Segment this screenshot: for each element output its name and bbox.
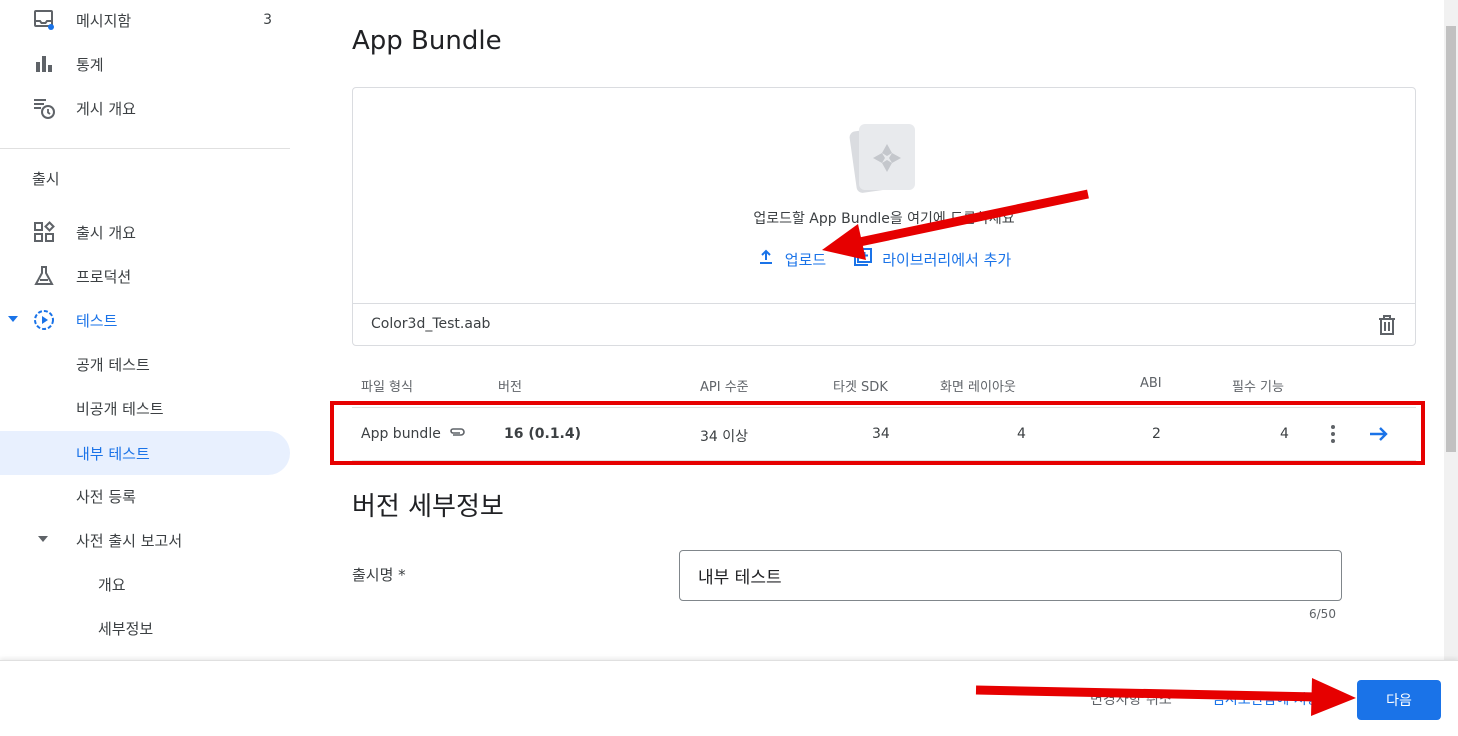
chevron-down-icon[interactable] bbox=[38, 536, 48, 542]
sidebar-item-report-details[interactable]: 세부정보 bbox=[0, 606, 290, 650]
inbox-icon bbox=[32, 8, 56, 32]
sidebar-item-label: 게시 개요 bbox=[76, 99, 136, 118]
uploaded-file-name: Color3d_Test.aab bbox=[371, 316, 491, 332]
release-name-label: 출시명 * bbox=[352, 566, 406, 584]
version-details-heading: 버전 세부정보 bbox=[352, 492, 504, 522]
sidebar-item-label: 비공개 테스트 bbox=[76, 399, 164, 418]
sidebar-item-label: 통계 bbox=[76, 55, 104, 74]
discard-changes-button[interactable]: 변경사항 취소 bbox=[1090, 689, 1172, 709]
sidebar-item-label: 사전 등록 bbox=[76, 487, 136, 506]
sidebar-item-testing[interactable]: 테스트 bbox=[0, 298, 290, 342]
sidebar-item-open-testing[interactable]: 공개 테스트 bbox=[0, 342, 290, 386]
upload-actions: 업로드 라이브러리에서 추가 bbox=[353, 248, 1415, 270]
sidebar-section-release: 출시 bbox=[32, 170, 60, 188]
scrollbar-thumb[interactable] bbox=[1446, 26, 1456, 452]
column-header: 파일 형식 bbox=[361, 380, 413, 395]
add-library-icon bbox=[854, 248, 873, 270]
page-title: App Bundle bbox=[352, 26, 502, 56]
sidebar-item-label: 메시지함 bbox=[76, 11, 132, 30]
sidebar-item-label: 세부정보 bbox=[98, 619, 154, 638]
action-footer: 변경사항 취소 임시보관함에 저장 다음 bbox=[0, 660, 1458, 736]
add-from-library-label: 라이브러리에서 추가 bbox=[882, 250, 1012, 269]
main-content: App Bundle 업로드할 App Bundle을 여기에 드롭하세요 업로… bbox=[330, 0, 1440, 660]
next-button[interactable]: 다음 bbox=[1357, 680, 1441, 720]
sidebar-item-inbox[interactable]: 메시지함 3 bbox=[0, 0, 290, 42]
sidebar-item-internal-testing[interactable]: 내부 테스트 bbox=[0, 431, 290, 475]
sidebar-item-label: 프로덕션 bbox=[76, 267, 132, 286]
scrollbar[interactable] bbox=[1444, 0, 1458, 660]
sidebar-item-publishing-overview[interactable]: 게시 개요 bbox=[0, 86, 290, 130]
drop-hint-text: 업로드할 App Bundle을 여기에 드롭하세요 bbox=[753, 211, 1015, 227]
add-from-library-button[interactable]: 라이브러리에서 추가 bbox=[854, 248, 1011, 270]
sidebar-item-label: 테스트 bbox=[76, 311, 118, 330]
column-header: ABI bbox=[1140, 376, 1162, 391]
flask-icon bbox=[32, 264, 56, 288]
bundle-drop-zone[interactable]: 업로드할 App Bundle을 여기에 드롭하세요 업로드 라이브러리에서 추… bbox=[352, 87, 1416, 346]
chevron-down-icon[interactable] bbox=[8, 316, 18, 322]
upload-icon bbox=[757, 248, 775, 270]
sidebar-item-release-overview[interactable]: 출시 개요 bbox=[0, 210, 290, 254]
sidebar-item-label: 출시 개요 bbox=[76, 223, 136, 242]
sidebar: 메시지함 3 통계 게시 개요 출시 출시 개요 프로덕션 테스트 공개 테스트… bbox=[0, 0, 296, 660]
publishing-overview-icon bbox=[32, 96, 56, 120]
release-name-input[interactable] bbox=[679, 550, 1342, 601]
sidebar-divider bbox=[0, 148, 290, 149]
column-header: 화면 레이아웃 bbox=[940, 380, 1016, 395]
sidebar-item-statistics[interactable]: 통계 bbox=[0, 42, 290, 86]
sidebar-item-label: 사전 출시 보고서 bbox=[76, 531, 183, 550]
column-header: 타겟 SDK bbox=[833, 380, 888, 395]
sidebar-item-label: 내부 테스트 bbox=[76, 444, 150, 463]
sidebar-item-label: 공개 테스트 bbox=[76, 355, 150, 374]
upload-label: 업로드 bbox=[784, 250, 827, 269]
sidebar-item-pre-launch-report[interactable]: 사전 출시 보고서 bbox=[0, 518, 290, 562]
unread-count-badge: 3 bbox=[263, 12, 272, 28]
column-header: 버전 bbox=[498, 380, 522, 395]
delete-icon[interactable] bbox=[1375, 313, 1399, 337]
bar-chart-icon bbox=[32, 52, 56, 76]
column-header: API 수준 bbox=[700, 380, 749, 395]
sidebar-item-pre-registration[interactable]: 사전 등록 bbox=[0, 474, 290, 518]
play-circle-icon bbox=[32, 308, 56, 332]
save-draft-button[interactable]: 임시보관함에 저장 bbox=[1212, 689, 1320, 709]
bundle-table-header: 파일 형식 버전 API 수준 타겟 SDK 화면 레이아웃 ABI 필수 기능 bbox=[352, 376, 1416, 398]
character-counter: 6/50 bbox=[1309, 607, 1336, 621]
app-bundle-icon bbox=[849, 120, 919, 198]
dashboard-icon bbox=[32, 220, 56, 244]
sidebar-item-closed-testing[interactable]: 비공개 테스트 bbox=[0, 386, 290, 430]
column-header: 필수 기능 bbox=[1232, 380, 1284, 395]
page: 메시지함 3 통계 게시 개요 출시 출시 개요 프로덕션 테스트 공개 테스트… bbox=[0, 0, 1458, 736]
upload-button[interactable]: 업로드 bbox=[757, 248, 826, 270]
uploaded-file-row: Color3d_Test.aab bbox=[353, 303, 1415, 345]
sidebar-item-report-overview[interactable]: 개요 bbox=[0, 562, 290, 606]
sidebar-item-label: 개요 bbox=[98, 575, 126, 594]
sidebar-item-production[interactable]: 프로덕션 bbox=[0, 254, 290, 298]
annotation-highlight-box bbox=[330, 401, 1425, 465]
